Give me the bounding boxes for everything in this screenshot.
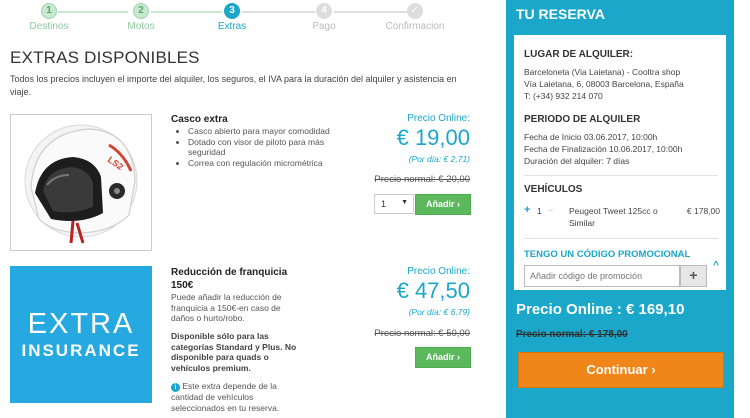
add-label: Añadir bbox=[425, 199, 455, 209]
chevron-right-icon: › bbox=[457, 199, 461, 209]
plus-icon[interactable]: + bbox=[524, 204, 530, 216]
page-title: EXTRAS DISPONIBLES bbox=[10, 48, 200, 67]
total-normal-price: Precio normal: € 178,00 bbox=[516, 329, 628, 340]
chevron-up-icon[interactable]: ^ bbox=[713, 260, 719, 271]
step-confirmacion: ✓ Confirmacion bbox=[375, 3, 455, 32]
total-price: Precio Online : € 169,10 bbox=[516, 301, 685, 318]
location-line: Barceloneta (Via Laietana) - Cooltra sho… bbox=[524, 67, 681, 77]
vehicle-quantity: 1 bbox=[537, 206, 542, 216]
step-label: Extras bbox=[217, 21, 247, 32]
extra-note: i Este extra depende de la cantidad de v… bbox=[171, 381, 301, 413]
add-label: Añadir bbox=[425, 352, 455, 362]
add-promo-button[interactable]: + bbox=[680, 265, 707, 287]
period-line: Duración del alquiler: 7 días bbox=[524, 156, 630, 166]
vehicle-price: € 178,00 bbox=[686, 206, 720, 216]
reservation-panel: TU RESERVA LUGAR DE ALQUILER: Barcelonet… bbox=[506, 0, 734, 418]
insurance-image-text: EXTRA bbox=[27, 307, 135, 340]
step-label: Destinos bbox=[29, 21, 69, 32]
chevron-right-icon: › bbox=[457, 352, 461, 362]
location-line: T: (+34) 932 214 070 bbox=[524, 91, 603, 101]
step-label: Motos bbox=[127, 21, 155, 32]
step-destinos[interactable]: 1 Destinos bbox=[9, 3, 89, 32]
location-heading: LUGAR DE ALQUILER: bbox=[524, 49, 634, 60]
reservation-summary: LUGAR DE ALQUILER: Barceloneta (Via Laie… bbox=[514, 35, 726, 290]
step-motos[interactable]: 2 Motos bbox=[101, 3, 181, 32]
checkout-stepper: 1 Destinos 2 Motos 3 Extras 4 Pago ✓ Con… bbox=[0, 0, 500, 36]
caret-down-icon: ▼ bbox=[401, 199, 408, 206]
minus-icon[interactable]: − bbox=[548, 205, 553, 215]
reservation-title: TU RESERVA bbox=[516, 6, 605, 22]
insurance-image: EXTRA INSURANCE bbox=[10, 266, 152, 403]
price-label: Precio Online: bbox=[407, 113, 470, 124]
online-price: € 19,00 bbox=[396, 125, 470, 150]
feature-list: Casco abierto para mayor comodidad Dotad… bbox=[188, 126, 338, 168]
feature-item: Correa con regulación micrométrica bbox=[188, 158, 338, 169]
extra-name: Reducción de franquicia 150€ bbox=[171, 267, 288, 291]
vehicles-heading: VEHÍCULOS bbox=[524, 184, 583, 195]
info-icon: i bbox=[171, 383, 180, 392]
divider bbox=[524, 238, 718, 239]
check-icon: ✓ bbox=[407, 3, 423, 19]
step-label: Confirmacion bbox=[385, 21, 445, 32]
online-price: € 47,50 bbox=[396, 278, 470, 303]
divider bbox=[524, 175, 718, 176]
promo-code-input[interactable] bbox=[524, 265, 680, 287]
step-number: 1 bbox=[41, 3, 57, 19]
availability-text: Disponible sólo para las categorías Stan… bbox=[171, 331, 297, 373]
period-heading: PERIODO DE ALQUILER bbox=[524, 114, 641, 125]
helmet-image: LS2 bbox=[10, 114, 152, 251]
price-per-day: (Por día: € 2,71) bbox=[408, 154, 470, 164]
vehicle-name: Peugeot Tweet 125cc o Similar bbox=[569, 206, 658, 228]
step-pago: 4 Pago bbox=[284, 3, 364, 32]
period-line: Fecha de Inicio 03.06.2017, 10:00h bbox=[524, 132, 658, 142]
intro-text: Todos los precios incluyen el importe de… bbox=[10, 74, 457, 97]
insurance-image-text: INSURANCE bbox=[21, 340, 141, 360]
add-insurance-button[interactable]: Añadir › bbox=[415, 347, 471, 368]
promo-toggle[interactable]: TENGO UN CÓDIGO PROMOCIONAL bbox=[524, 249, 690, 260]
quantity-select[interactable]: 1 ▼ bbox=[374, 194, 414, 214]
normal-price: Precio normal: € 50,00 bbox=[374, 328, 470, 339]
step-label: Pago bbox=[312, 21, 336, 32]
quantity-value: 1 bbox=[381, 199, 387, 209]
location-line: Vía Laietana, 6, 08003 Barcelona, España bbox=[524, 79, 684, 89]
step-number: 4 bbox=[316, 3, 332, 19]
period-line: Fecha de Finalización 10.06.2017, 10:00h bbox=[524, 144, 683, 154]
price-label: Precio Online: bbox=[407, 266, 470, 277]
continue-button[interactable]: Continuar › bbox=[518, 352, 724, 388]
add-helmet-button[interactable]: Añadir › bbox=[415, 194, 471, 215]
continue-label: Continuar bbox=[586, 362, 648, 377]
normal-price: Precio normal: € 20,00 bbox=[374, 174, 470, 185]
feature-item: Casco abierto para mayor comodidad bbox=[188, 126, 338, 137]
price-per-day: (Por día: € 6,79) bbox=[408, 307, 470, 317]
extra-name: Casco extra bbox=[171, 114, 228, 125]
step-number: 3 bbox=[224, 3, 240, 19]
chevron-right-icon: › bbox=[651, 362, 656, 377]
extra-description: Puede añadir la reducción de franquicia … bbox=[171, 292, 282, 323]
feature-item: Dotado con visor de piloto para más segu… bbox=[188, 137, 338, 158]
step-number: 2 bbox=[133, 3, 149, 19]
step-extras: 3 Extras bbox=[192, 3, 272, 32]
note-text: Este extra depende de la cantidad de veh… bbox=[171, 381, 280, 413]
